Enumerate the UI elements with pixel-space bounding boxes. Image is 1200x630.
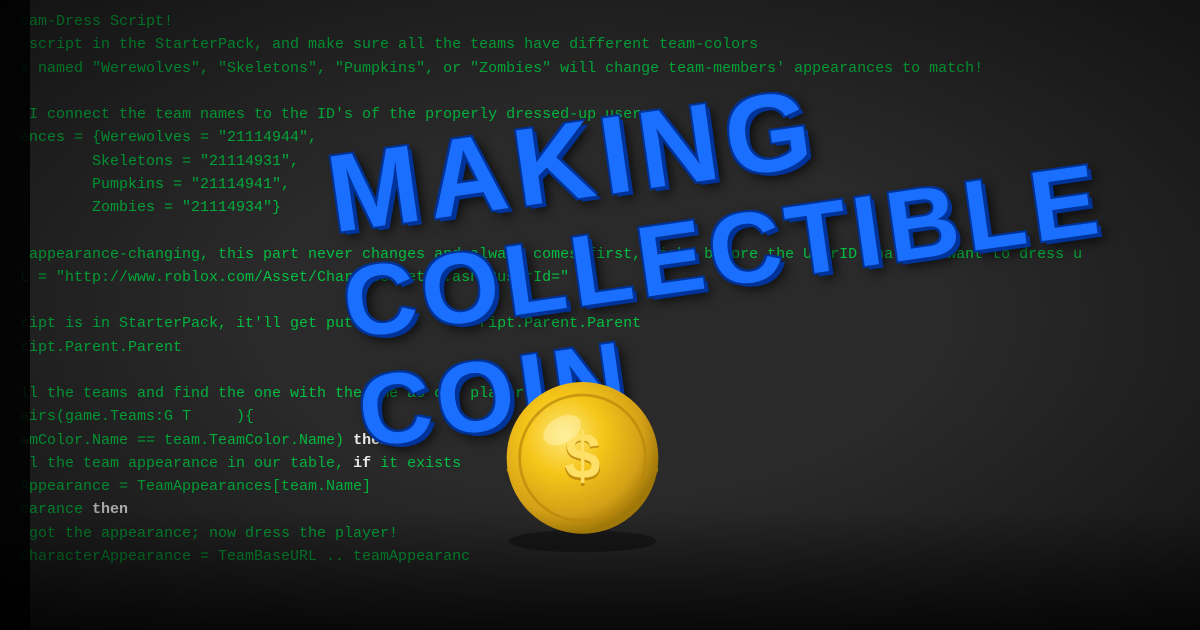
coin-container: $ $ <box>490 370 690 570</box>
coin-graphic: $ $ <box>490 370 675 555</box>
